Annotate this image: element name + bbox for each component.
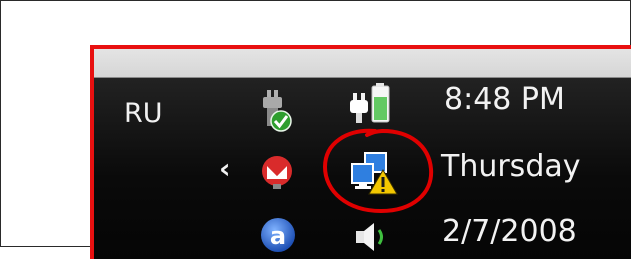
- safely-remove-hardware-icon[interactable]: [254, 86, 296, 134]
- volume-speaker-icon[interactable]: [352, 218, 392, 258]
- language-indicator[interactable]: RU: [124, 98, 163, 129]
- clock-date[interactable]: 2/7/2008: [442, 214, 577, 249]
- screenshot-frame: RU 8:48 PM Thursday 2/7/2008 ‹ a: [0, 0, 631, 259]
- show-hidden-icons-chevron[interactable]: ‹: [219, 152, 231, 185]
- clock-day[interactable]: Thursday: [441, 149, 581, 184]
- window-bottom-edge: [94, 49, 631, 78]
- network-warning-icon[interactable]: [349, 150, 399, 198]
- power-plug-battery-icon[interactable]: [347, 83, 393, 127]
- clock-time[interactable]: 8:48 PM: [444, 82, 565, 117]
- gmail-notifier-icon[interactable]: [257, 152, 297, 192]
- highlight-box: RU 8:48 PM Thursday 2/7/2008 ‹ a: [90, 45, 631, 259]
- svg-text:a: a: [270, 222, 286, 250]
- blue-a-circle-icon[interactable]: a: [259, 216, 297, 254]
- notification-area: RU 8:48 PM Thursday 2/7/2008 ‹ a: [94, 78, 631, 259]
